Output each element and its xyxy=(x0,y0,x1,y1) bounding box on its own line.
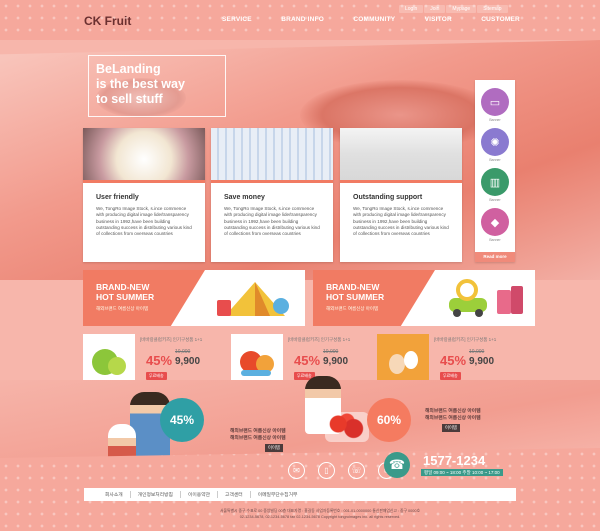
tableware-photo xyxy=(340,128,462,180)
card-title: User friendly xyxy=(96,194,139,201)
cereal-photo xyxy=(83,128,205,180)
product-desc: [바바랑클럽키즈] 인기구성품 1+1 xyxy=(140,337,203,342)
mobile-icon[interactable]: ▯ xyxy=(318,462,335,479)
footer-links: 회사소개 개인정보처리방침 이이용약관 고객센터 이메일무단수집거부 xyxy=(84,488,516,501)
chat-icon[interactable]: ✉ xyxy=(288,462,305,479)
service-hours: 평일 09:00 ~ 18:00 주말 10:00 ~ 17:00 xyxy=(421,469,503,476)
banner-subtext: 해외브랜드 여름신상 아이템 xyxy=(326,306,379,311)
product-price: 9,900 xyxy=(469,356,495,367)
hero-line-3: to sell stuff xyxy=(96,92,163,106)
banner-headline: BRAND-NEW HOT SUMMER xyxy=(96,282,155,302)
product-item[interactable]: [바바랑클럽키즈] 인기구성품 1+1 10,000 45% 9,900 무료배… xyxy=(377,334,517,386)
utility-bar: Login Join Mypage Sitemap xyxy=(398,5,508,13)
discount-circle: 60% xyxy=(367,398,411,442)
green-apple-image xyxy=(83,334,135,386)
tag-icon: ◆ xyxy=(481,208,509,236)
card-accent xyxy=(340,180,462,183)
free-shipping-badge: 무료배송 xyxy=(146,372,167,380)
promo-banner-camping[interactable]: BRAND-NEW HOT SUMMER 해외브랜드 여름신상 아이템 xyxy=(83,270,305,326)
quick-menu-item[interactable]: ▭ Banner xyxy=(480,88,510,126)
free-shipping-badge: 무료배송 xyxy=(440,372,461,380)
phone-icon[interactable]: ☏ xyxy=(348,462,365,479)
nav-brand-info[interactable]: BRAND INFO xyxy=(281,16,324,23)
product-item[interactable]: [바바랑클럽키즈] 인기구성품 1+1 10,000 45% 9,900 무료배… xyxy=(83,334,223,386)
phone-call-icon: ☎ xyxy=(384,452,410,478)
footer-link-privacy[interactable]: 개인정보처리방침 xyxy=(131,491,181,498)
barcode-icon: ▥ xyxy=(481,168,509,196)
product-old-price: 10,000 xyxy=(469,349,485,355)
promo-banner-travel[interactable]: BRAND-NEW HOT SUMMER 해외브랜드 여름신상 아이템 xyxy=(313,270,535,326)
hero-headline: BeLanding is the best way to sell stuff xyxy=(88,55,226,117)
quick-menu-item[interactable]: ✺ Banner xyxy=(480,128,510,166)
tomato-basket-image xyxy=(325,412,369,442)
quick-menu-item[interactable]: ▥ Banner xyxy=(480,168,510,206)
product-item[interactable]: [바바랑클럽키즈] 인기구성품 1+1 10,000 45% 9,900 무료배… xyxy=(231,334,371,386)
promo-button[interactable]: 이이템 xyxy=(265,444,283,452)
card-accent xyxy=(83,180,205,183)
product-discount: 45% xyxy=(440,353,467,368)
nav-service[interactable]: SERVICE xyxy=(222,16,252,23)
nav-visitor[interactable]: VISITOR xyxy=(425,16,452,23)
card-title: Save money xyxy=(224,194,265,201)
customer-service-number: 1577-1234 xyxy=(423,453,486,468)
product-price: 9,900 xyxy=(323,356,349,367)
site-logo[interactable]: CK Fruit xyxy=(84,14,131,28)
main-nav: SERVICE BRAND INFO COMMUNITY VISITOR CUS… xyxy=(222,16,520,23)
hero-line-1: BeLanding xyxy=(96,62,161,76)
footer-link-about[interactable]: 회사소개 xyxy=(98,491,131,498)
header: CK Fruit Login Join Mypage Sitemap SERVI… xyxy=(0,0,600,40)
product-old-price: 10,000 xyxy=(175,349,191,355)
quick-menu: ▭ Banner ✺ Banner ▥ Banner ◆ Banner Read… xyxy=(475,80,515,262)
read-more-button[interactable]: Read more xyxy=(475,252,515,262)
mypage-link[interactable]: Mypage xyxy=(446,5,477,13)
card-title: Outstanding support xyxy=(353,194,423,201)
product-discount: 45% xyxy=(294,353,321,368)
footer-link-support[interactable]: 고객센터 xyxy=(218,491,251,498)
card-body: We, TongRo Image Stock, s.ince commence … xyxy=(224,206,320,237)
hero-line-2: is the best way xyxy=(96,77,185,91)
product-price: 9,900 xyxy=(175,356,201,367)
feature-card-user-friendly[interactable]: User friendly We, TongRo Image Stock, s.… xyxy=(83,128,205,262)
join-link[interactable]: Join xyxy=(424,5,446,13)
card-body: We, TongRo Image Stock, s.ince commence … xyxy=(353,206,449,237)
banner-subtext: 해외브랜드 여름신상 아이템 xyxy=(96,306,149,311)
travel-car-image xyxy=(449,279,523,317)
nav-customer[interactable]: CUSTOMER xyxy=(481,16,520,23)
footer-link-terms[interactable]: 이이용약관 xyxy=(181,491,219,498)
product-old-price: 10,000 xyxy=(323,349,339,355)
waffle-photo xyxy=(211,128,333,180)
open-sign-icon: ▭ xyxy=(481,88,509,116)
card-body: We, TongRo Image Stock, s.ince commence … xyxy=(96,206,192,237)
promo-text: 해외브랜드 여름신상 아이템 해외브랜드 여름신상 아이템 xyxy=(230,429,286,441)
banner-headline: BRAND-NEW HOT SUMMER xyxy=(326,282,385,302)
login-link[interactable]: Login xyxy=(399,5,424,13)
company-info: 서울특별시 중구 수표로 00 중앙빌딩 00층 대표자명 : 홍길동 사업자등… xyxy=(220,509,420,519)
product-desc: [바바랑클럽키즈] 인기구성품 1+1 xyxy=(434,337,497,342)
footer-link-email-policy[interactable]: 이메일무단수집거부 xyxy=(251,491,305,498)
card-accent xyxy=(211,180,333,183)
service-icons: ✉ ▯ ☏ ☺ xyxy=(288,462,395,479)
product-discount: 45% xyxy=(146,353,173,368)
vegetables-image xyxy=(231,334,283,386)
quick-menu-item[interactable]: ◆ Banner xyxy=(480,208,510,246)
nav-community[interactable]: COMMUNITY xyxy=(353,16,395,23)
eggs-image xyxy=(377,334,429,386)
promo-text: 해외브랜드 여름신상 아이템 해외브랜드 여름신상 아이템 xyxy=(425,409,481,421)
promo-button[interactable]: 이이템 xyxy=(442,424,460,432)
discount-circle: 45% xyxy=(160,398,204,442)
product-desc: [바바랑클럽키즈] 인기구성품 1+1 xyxy=(288,337,351,342)
camping-gear-image xyxy=(217,282,289,316)
sitemap-link[interactable]: Sitemap xyxy=(477,5,508,13)
feature-card-save-money[interactable]: Save money We, TongRo Image Stock, s.inc… xyxy=(211,128,333,262)
feature-card-outstanding-support[interactable]: Outstanding support We, TongRo Image Sto… xyxy=(340,128,462,262)
sun-icon: ✺ xyxy=(481,128,509,156)
